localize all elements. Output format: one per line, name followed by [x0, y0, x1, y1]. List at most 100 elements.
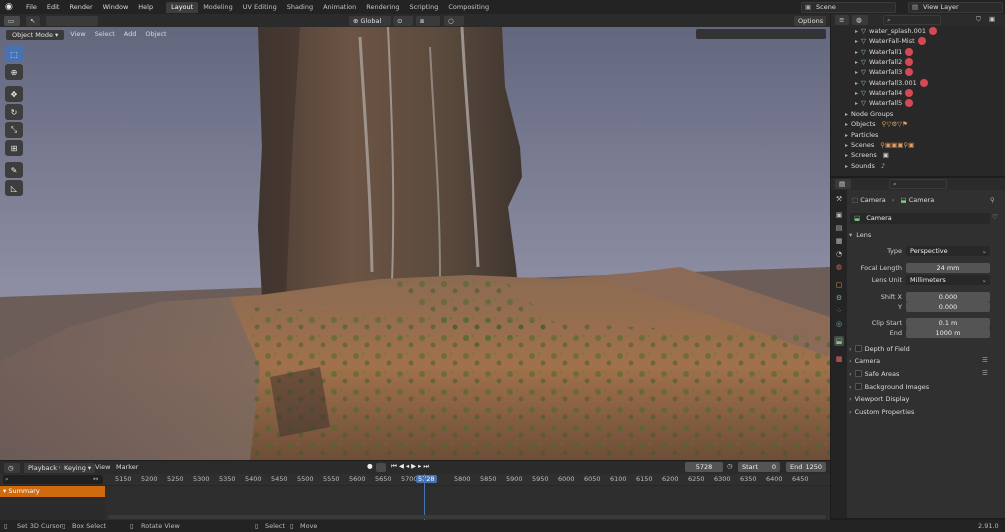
view-layer-selector[interactable]: ▤ View Layer	[908, 2, 1003, 13]
camera-data-tab-icon[interactable]: ⬓	[834, 336, 844, 346]
filter-icon[interactable]: ⛉	[976, 15, 981, 24]
timeline-editor-icon[interactable]: ◷	[4, 463, 20, 473]
expand-icon[interactable]: ▸	[845, 152, 848, 159]
tab-animation[interactable]: Animation	[318, 2, 361, 13]
background-images-checkbox[interactable]	[854, 383, 862, 390]
focal-length-field[interactable]: 24 mm	[906, 263, 990, 273]
options-button[interactable]: Options	[794, 16, 826, 26]
outliner-item[interactable]: ▸ Particles	[845, 130, 878, 140]
expand-icon[interactable]: ▸	[855, 38, 858, 45]
menu-object[interactable]: Object	[142, 29, 169, 40]
expand-icon[interactable]: ▸	[855, 59, 858, 66]
playback-controls[interactable]: ⏮◀◂▶▸⏭	[391, 462, 431, 471]
timeline-view-menu[interactable]: View	[92, 462, 113, 473]
select-box-icon[interactable]: ⬚	[5, 46, 23, 62]
output-tab-icon[interactable]: ▤	[834, 223, 844, 233]
tool-tab-icon[interactable]: ⚒	[834, 194, 844, 204]
editor-type-icon[interactable]: ▭	[4, 16, 20, 26]
marker-menu[interactable]: Marker	[113, 462, 141, 473]
viewport-display-panel-header[interactable]: › Viewport Display	[849, 394, 909, 405]
move-icon[interactable]: ✥	[5, 86, 23, 102]
dof-panel-header[interactable]: › Depth of Field	[849, 344, 910, 355]
outliner-item[interactable]: ▸ Node Groups	[845, 109, 893, 119]
cursor-icon[interactable]: ⊕	[5, 64, 23, 80]
tab-shading[interactable]: Shading	[282, 2, 318, 13]
view-layer-tab-icon[interactable]: ▦	[834, 236, 844, 246]
auto-keying-options[interactable]	[376, 463, 386, 472]
menu-edit[interactable]: Edit	[42, 0, 65, 14]
safe-areas-checkbox[interactable]	[854, 370, 862, 377]
cursor-tool-icon[interactable]: ↖	[26, 16, 40, 26]
outliner-item[interactable]: ▸ ▽ Waterfall5	[855, 98, 914, 108]
outliner-item[interactable]: ▸ Screens ▣	[845, 150, 889, 160]
menu-window[interactable]: Window	[98, 0, 134, 14]
particles-tab-icon[interactable]: ⁘	[834, 306, 844, 316]
lens-unit-select[interactable]: Millimeters ⌄	[906, 275, 990, 285]
expand-icon[interactable]: ▸	[845, 121, 848, 128]
shading-buttons[interactable]	[696, 29, 826, 39]
clip-end-field[interactable]: 1000 m	[906, 328, 990, 338]
outliner-item[interactable]: ▸ Scenes ⚲▣▣▣⚲▣	[845, 140, 914, 150]
current-frame-field[interactable]: 5728	[685, 462, 723, 472]
presets-icon[interactable]: ☰	[982, 356, 988, 364]
new-collection-icon[interactable]: ▣	[989, 15, 995, 23]
display-mode-icon[interactable]: ◍	[852, 15, 868, 25]
physics-tab-icon[interactable]: ◎	[834, 319, 844, 329]
menu-file[interactable]: File	[21, 0, 42, 14]
outliner-item[interactable]: ▸ ▽ Waterfall2	[855, 57, 914, 67]
expand-icon[interactable]: ▸	[845, 111, 848, 118]
expand-icon[interactable]: ▸	[855, 100, 858, 107]
annotate-icon[interactable]: ✎	[5, 162, 23, 178]
menu-add[interactable]: Add	[121, 29, 140, 40]
playhead-frame-label[interactable]: 5728	[416, 475, 437, 483]
record-icon[interactable]: ●	[367, 462, 373, 470]
expand-icon[interactable]: ▸	[845, 142, 848, 149]
menu-view[interactable]: View	[67, 29, 88, 40]
menu-render[interactable]: Render	[64, 0, 97, 14]
render-tab-icon[interactable]: ▣	[834, 210, 844, 220]
scene-selector[interactable]: ▣ Scene	[801, 2, 896, 13]
pin-icon[interactable]: ⚲	[990, 196, 995, 204]
tab-scripting[interactable]: Scripting	[404, 2, 443, 13]
tab-compositing[interactable]: Compositing	[443, 2, 494, 13]
presets-icon[interactable]: ☰	[982, 369, 988, 377]
timeline-scrollbar[interactable]	[108, 515, 826, 519]
properties-search-input[interactable]: ⌕	[889, 179, 947, 189]
pivot-point-icon[interactable]: ⊙	[393, 16, 413, 26]
snap-icon[interactable]: ⧈	[416, 16, 440, 26]
tab-modeling[interactable]: Modeling	[198, 2, 238, 13]
outliner-item[interactable]: ▸ ▽ WaterFall-Mist	[855, 36, 926, 46]
clip-start-field[interactable]: 0.1 m	[906, 318, 990, 328]
measure-icon[interactable]: ◺	[5, 180, 23, 196]
preview-range-icon[interactable]: ◷	[727, 462, 733, 470]
outliner-item[interactable]: ▸ ▽ Waterfall1	[855, 47, 914, 57]
selection-mode-buttons[interactable]	[46, 16, 98, 26]
fake-user-icon[interactable]: ♡	[992, 213, 998, 221]
custom-properties-panel-header[interactable]: › Custom Properties	[849, 407, 914, 418]
transform-icon[interactable]: ⊞	[5, 140, 23, 156]
expand-icon[interactable]: ▸	[845, 163, 848, 170]
outliner-item[interactable]: ▸ ▽ Waterfall3	[855, 67, 914, 77]
start-frame-field[interactable]: Start 0	[738, 462, 780, 472]
lens-type-select[interactable]: Perspective ⌄	[906, 246, 990, 256]
expand-icon[interactable]: ▸	[855, 90, 858, 97]
expand-icon[interactable]: ▸	[855, 69, 858, 76]
expand-icon[interactable]: ▸	[855, 49, 858, 56]
background-images-panel-header[interactable]: › Background Images	[849, 382, 929, 393]
tab-rendering[interactable]: Rendering	[361, 2, 404, 13]
blender-logo-icon[interactable]: ◉	[5, 1, 17, 13]
outliner-item[interactable]: ▸ Objects ⚲▽⚙▽⚑	[845, 119, 908, 129]
lens-panel-header[interactable]: ▾ Lens	[849, 230, 871, 241]
outliner-item[interactable]: ▸ ▽ water_splash.001	[855, 26, 938, 36]
properties-editor-icon[interactable]: ▤	[835, 179, 851, 189]
tab-uv-editing[interactable]: UV Editing	[238, 2, 282, 13]
end-frame-field[interactable]: End 1250	[786, 462, 826, 472]
rotate-icon[interactable]: ↻	[5, 104, 23, 120]
world-tab-icon[interactable]: ◍	[834, 262, 844, 272]
camera-panel-header[interactable]: › Camera	[849, 356, 880, 367]
outliner-item[interactable]: ▸ Sounds ♪	[845, 161, 885, 171]
outliner-item[interactable]: ▸ ▽ Waterfall4	[855, 88, 914, 98]
shift-y-field[interactable]: 0.000	[906, 302, 990, 312]
tab-layout[interactable]: Layout	[166, 2, 199, 13]
texture-tab-icon[interactable]: ▩	[834, 354, 844, 364]
